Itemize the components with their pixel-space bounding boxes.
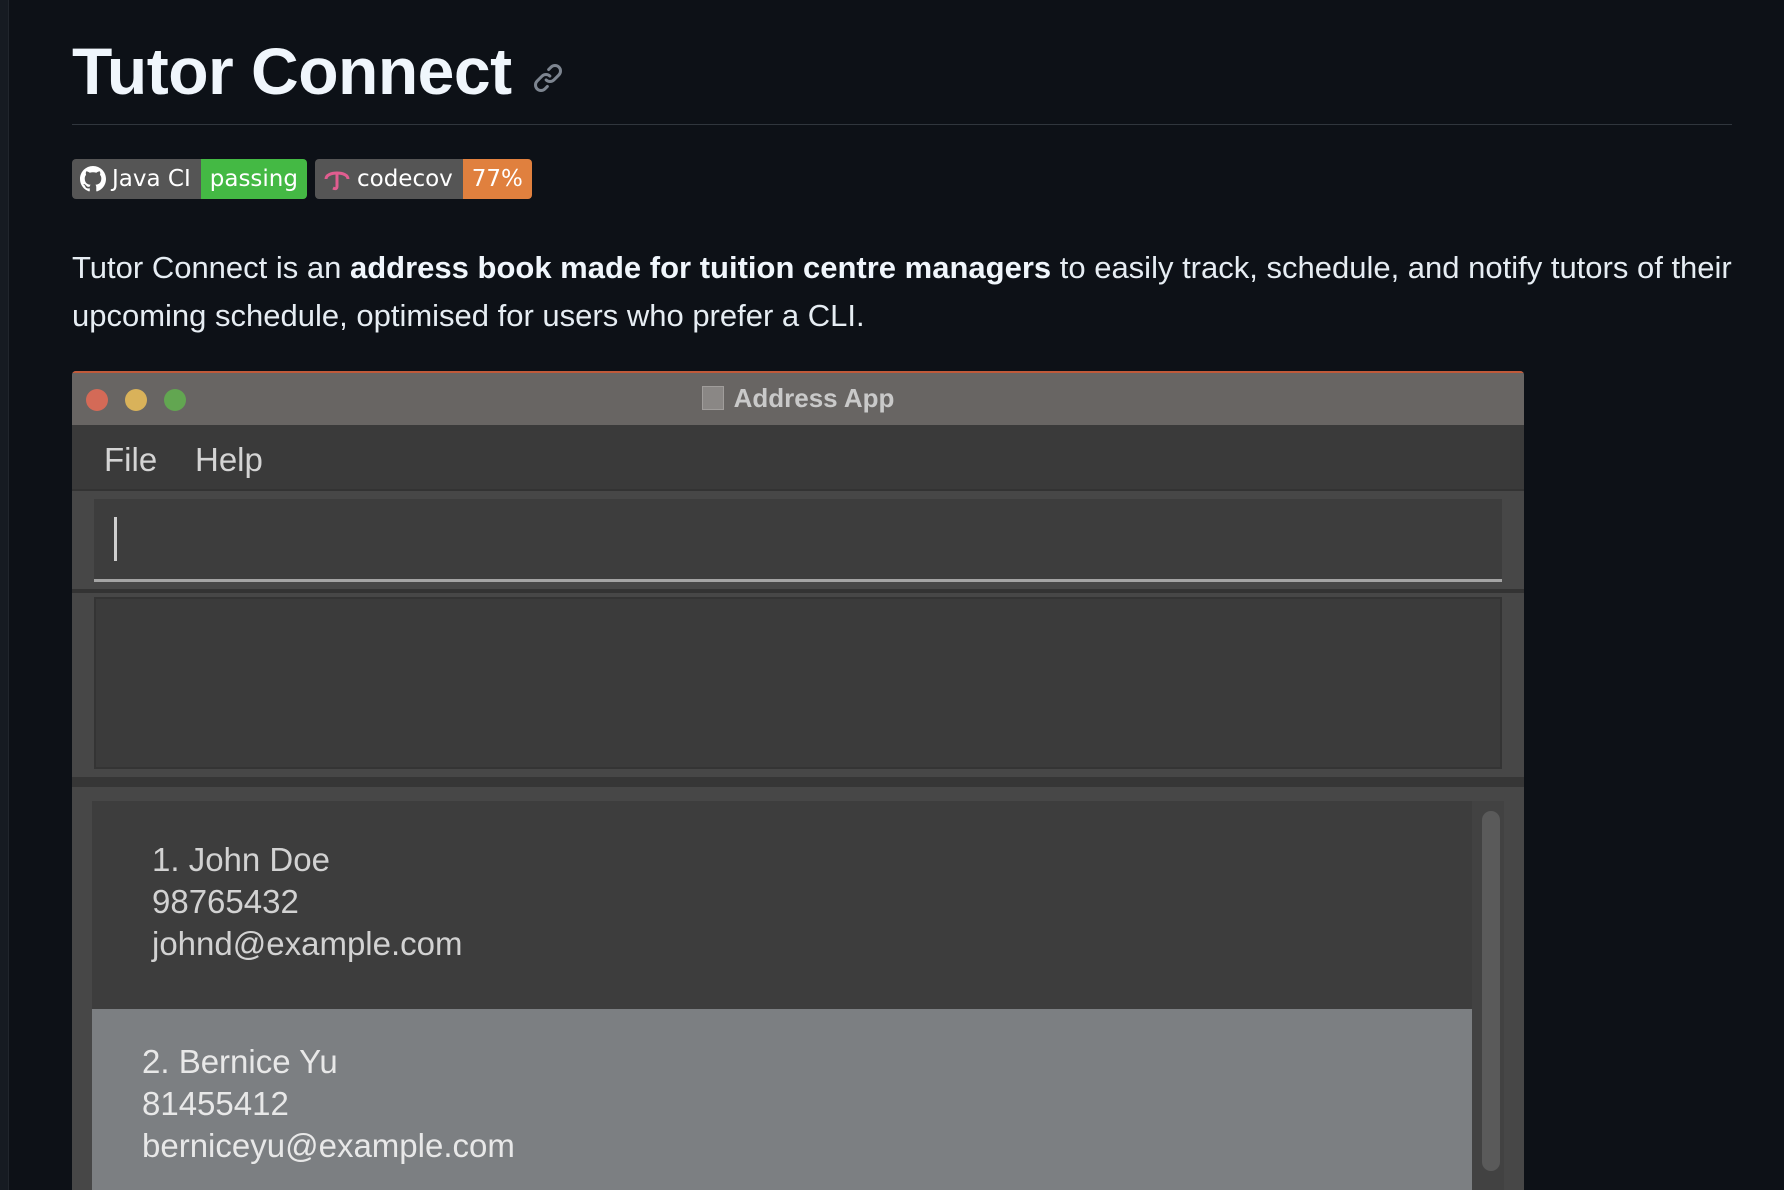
- window-title: Address App: [72, 383, 1524, 414]
- java-ci-badge-label-wrap: Java CI: [72, 159, 201, 199]
- java-ci-badge-label: Java CI: [112, 166, 191, 192]
- umbrella-icon: [324, 171, 350, 191]
- page-heading: Tutor Connect: [72, 28, 564, 114]
- person-card[interactable]: 1. John Doe 98765432 johnd@example.com: [92, 801, 1472, 1009]
- codecov-badge-label-wrap: codecov: [314, 159, 463, 199]
- divider: [72, 777, 1524, 787]
- person-phone: 81455412: [142, 1085, 289, 1122]
- page-title: Tutor Connect: [72, 34, 512, 108]
- description: Tutor Connect is an address book made fo…: [72, 244, 1732, 340]
- github-icon: [80, 166, 106, 192]
- person-email: johnd@example.com: [152, 925, 463, 962]
- heading-divider: [72, 124, 1732, 125]
- sidebar-edge: [0, 0, 9, 1190]
- person-phone: 98765432: [152, 883, 299, 920]
- codecov-badge-status: 77%: [462, 159, 532, 199]
- divider: [72, 589, 1524, 593]
- person-card-selected[interactable]: 2. Bernice Yu 81455412 berniceyu@example…: [92, 1009, 1472, 1190]
- window-titlebar: Address App: [72, 371, 1524, 425]
- person-list[interactable]: 1. John Doe 98765432 johnd@example.com 2…: [92, 801, 1504, 1190]
- scrollbar[interactable]: [1482, 811, 1500, 1171]
- command-input[interactable]: [94, 499, 1502, 582]
- description-bold: address book made for tuition centre man…: [350, 250, 1052, 285]
- menu-file[interactable]: File: [104, 441, 157, 479]
- menu-help[interactable]: Help: [195, 441, 263, 479]
- app-icon: [701, 386, 724, 410]
- badge-row: Java CI passing codecov 77%: [72, 159, 532, 199]
- person-name: 2. Bernice Yu: [142, 1043, 338, 1080]
- person-email: berniceyu@example.com: [142, 1127, 515, 1164]
- person-name: 1. John Doe: [152, 841, 330, 878]
- link-icon[interactable]: [532, 62, 564, 94]
- codecov-badge[interactable]: codecov 77%: [314, 159, 532, 199]
- java-ci-badge-status: passing: [200, 159, 307, 199]
- java-ci-badge[interactable]: Java CI passing: [72, 159, 307, 199]
- description-part1: Tutor Connect is an: [72, 250, 350, 285]
- window-title-text: Address App: [733, 383, 895, 413]
- text-caret: [114, 517, 117, 561]
- codecov-badge-label: codecov: [356, 166, 453, 192]
- result-display: [94, 597, 1502, 769]
- menu-bar: File Help: [72, 425, 1524, 491]
- app-screenshot: Address App File Help 1. John Doe 987654…: [72, 371, 1524, 1190]
